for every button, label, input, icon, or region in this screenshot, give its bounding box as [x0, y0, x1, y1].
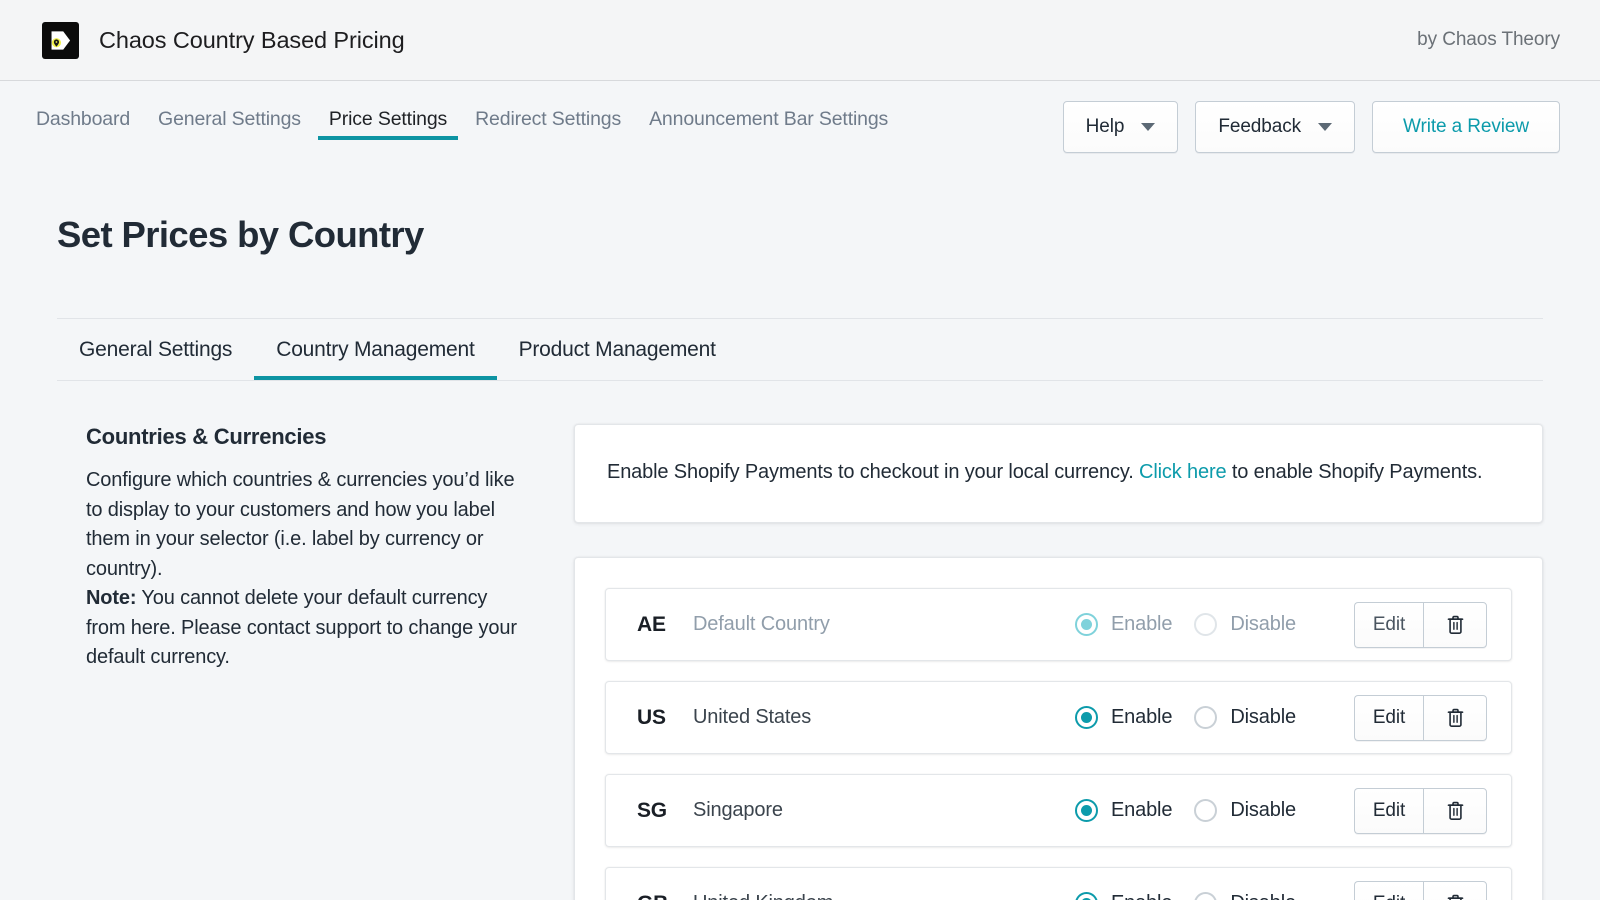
- banner-text-after: to enable Shopify Payments.: [1226, 461, 1483, 483]
- feedback-button[interactable]: Feedback: [1195, 101, 1355, 153]
- country-list-card: AE Default Country Enable Disable Edit U…: [574, 557, 1543, 900]
- radio-disable[interactable]: Disable: [1194, 799, 1296, 822]
- shopify-payments-banner: Enable Shopify Payments to checkout in y…: [574, 424, 1543, 523]
- row-actions: Edit: [1354, 601, 1487, 648]
- edit-button[interactable]: Edit: [1354, 880, 1423, 900]
- nav-link-price-settings[interactable]: Price Settings: [315, 81, 461, 158]
- help-button[interactable]: Help: [1062, 101, 1179, 153]
- table-row[interactable]: AE Default Country Enable Disable Edit: [605, 588, 1512, 661]
- edit-button[interactable]: Edit: [1354, 694, 1423, 741]
- nav-link-dashboard[interactable]: Dashboard: [22, 81, 144, 158]
- nav-link-redirect-settings[interactable]: Redirect Settings: [461, 81, 635, 158]
- status-radio-group: Enable Disable: [1074, 892, 1354, 900]
- section-heading: Countries & Currencies: [86, 424, 327, 449]
- row-actions: Edit: [1354, 787, 1487, 834]
- feedback-button-label: Feedback: [1218, 116, 1301, 137]
- radio-enable-label: Enable: [1110, 799, 1173, 821]
- shopify-payments-banner-text: Enable Shopify Payments to checkout in y…: [607, 458, 1510, 487]
- status-radio-group: Enable Disable: [1074, 613, 1354, 636]
- delete-button[interactable]: [1423, 787, 1487, 834]
- trash-icon: [1447, 894, 1463, 900]
- page-body: Set Prices by Country General Settings C…: [0, 158, 1600, 900]
- edit-button[interactable]: Edit: [1354, 601, 1423, 648]
- content-area: Countries & Currencies Configure which c…: [57, 381, 1543, 900]
- radio-disable[interactable]: Disable: [1194, 613, 1296, 636]
- primary-nav: Dashboard General Settings Price Setting…: [0, 81, 1600, 158]
- radio-enable[interactable]: Enable: [1074, 613, 1173, 636]
- help-button-label: Help: [1085, 116, 1125, 137]
- radio-enable-label: Enable: [1110, 613, 1173, 635]
- section-paragraph: Configure which countries & currencies y…: [86, 469, 515, 580]
- trash-icon: [1447, 708, 1463, 727]
- radio-disable-label: Disable: [1230, 613, 1296, 635]
- table-row[interactable]: US United States Enable Disable Edit: [605, 681, 1512, 754]
- radio-enable-indicator: [1074, 706, 1098, 729]
- chevron-down-icon: [1141, 123, 1156, 131]
- tab-product-management[interactable]: Product Management: [497, 319, 738, 380]
- section-note-text: You cannot delete your default currency …: [86, 587, 517, 668]
- radio-enable[interactable]: Enable: [1074, 706, 1173, 729]
- tab-general-settings[interactable]: General Settings: [57, 319, 254, 380]
- delete-button[interactable]: [1423, 601, 1487, 648]
- radio-enable[interactable]: Enable: [1074, 799, 1173, 822]
- primary-nav-links: Dashboard General Settings Price Setting…: [22, 81, 902, 158]
- delete-button[interactable]: [1423, 694, 1487, 741]
- app-author: by Chaos Theory: [1417, 29, 1560, 50]
- status-radio-group: Enable Disable: [1074, 706, 1354, 729]
- radio-disable-indicator: [1194, 799, 1218, 822]
- radio-disable-label: Disable: [1230, 892, 1296, 900]
- radio-enable-label: Enable: [1110, 706, 1173, 728]
- banner-text-before: Enable Shopify Payments to checkout in y…: [607, 461, 1140, 483]
- section-note-label: Note:: [86, 587, 137, 609]
- delete-button[interactable]: [1423, 880, 1487, 900]
- country-name: United Kingdom: [693, 892, 833, 900]
- radio-disable-label: Disable: [1230, 799, 1296, 821]
- radio-disable-indicator: [1194, 706, 1218, 729]
- nav-link-announcement-bar-settings[interactable]: Announcement Bar Settings: [635, 81, 902, 158]
- country-name: United States: [693, 706, 812, 728]
- radio-disable[interactable]: Disable: [1194, 892, 1296, 900]
- country-code: SG: [637, 798, 667, 822]
- status-radio-group: Enable Disable: [1074, 799, 1354, 822]
- click-here-link[interactable]: Click here: [1139, 461, 1227, 483]
- app-title: Chaos Country Based Pricing: [99, 26, 405, 53]
- country-name: Singapore: [693, 799, 783, 821]
- radio-enable[interactable]: Enable: [1074, 892, 1173, 900]
- app-header: Chaos Country Based Pricing by Chaos The…: [0, 0, 1600, 81]
- radio-enable-indicator: [1074, 892, 1098, 900]
- nav-actions: Help Feedback Write a Review: [1062, 81, 1560, 153]
- radio-disable-indicator: [1194, 613, 1218, 636]
- section-description: Countries & Currencies Configure which c…: [57, 424, 517, 900]
- subtab-bar: General Settings Country Management Prod…: [57, 318, 1543, 381]
- chevron-down-icon: [1318, 123, 1332, 131]
- radio-disable-label: Disable: [1230, 706, 1296, 728]
- main-column: Enable Shopify Payments to checkout in y…: [574, 424, 1543, 900]
- country-name: Default Country: [693, 613, 830, 635]
- radio-disable[interactable]: Disable: [1194, 706, 1296, 729]
- price-tag-icon: [42, 21, 79, 59]
- page-title: Set Prices by Country: [57, 214, 424, 255]
- radio-disable-indicator: [1194, 892, 1218, 900]
- edit-button[interactable]: Edit: [1354, 787, 1423, 834]
- radio-enable-label: Enable: [1111, 892, 1173, 900]
- nav-link-general-settings[interactable]: General Settings: [144, 81, 315, 158]
- tab-country-management[interactable]: Country Management: [254, 319, 497, 380]
- row-actions: Edit: [1354, 694, 1487, 741]
- table-row[interactable]: SG Singapore Enable Disable Edit: [605, 774, 1512, 847]
- row-actions: Edit: [1354, 880, 1487, 900]
- section-body: Configure which countries & currencies y…: [86, 466, 517, 673]
- radio-enable-indicator: [1074, 799, 1098, 822]
- country-code: GB: [637, 892, 693, 900]
- trash-icon: [1447, 801, 1463, 820]
- country-code: AE: [637, 612, 666, 636]
- country-code: US: [637, 705, 666, 729]
- radio-enable-indicator: [1074, 613, 1098, 636]
- app-brand: Chaos Country Based Pricing: [42, 21, 405, 59]
- write-a-review-button[interactable]: Write a Review: [1372, 101, 1560, 153]
- table-row[interactable]: GB United Kingdom Enable Disable Ed: [605, 867, 1512, 900]
- trash-icon: [1447, 615, 1463, 634]
